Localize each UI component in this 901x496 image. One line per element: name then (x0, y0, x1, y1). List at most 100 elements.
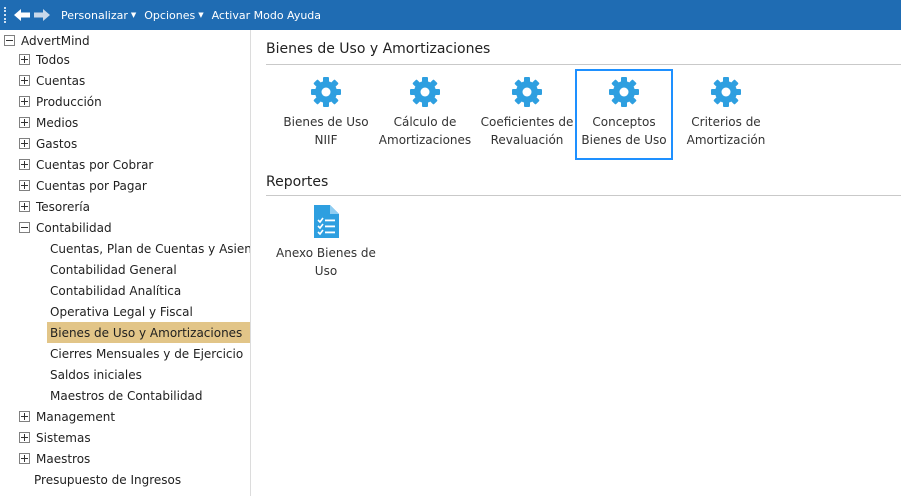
arrow-left-icon[interactable] (13, 7, 31, 23)
gear-icon (711, 77, 741, 107)
tree-item-produccion[interactable]: Producción (19, 91, 102, 112)
tree-subitem[interactable]: Cierres Mensuales y de Ejercicio (50, 343, 243, 364)
tile-label-line1: Cálculo de (393, 115, 457, 129)
tree-subitem-label: Contabilidad General (50, 262, 177, 277)
tile-criterios-de-amortizacion[interactable]: Criterios de Amortización (679, 71, 773, 159)
tree-item-label: Gastos (36, 136, 78, 151)
expand-icon[interactable] (19, 75, 30, 86)
tree-item-cuentas-por-pagar[interactable]: Cuentas por Pagar (19, 175, 147, 196)
expand-icon[interactable] (19, 117, 30, 128)
tile-label: Bienes de Uso NIIF (279, 113, 373, 149)
collapse-icon[interactable] (4, 35, 15, 46)
tile-label-line2: Revaluación (490, 133, 564, 147)
menu-personalizar-label: Personalizar (61, 8, 128, 22)
expand-icon[interactable] (19, 411, 30, 422)
tree-subitem-label: Saldos iniciales (50, 367, 142, 382)
tree-item-presupuesto[interactable]: Presupuesto de Ingresos (34, 469, 181, 490)
tree-subitem-label: Cuentas, Plan de Cuentas y Asient (50, 241, 251, 256)
tile-bienes-de-uso-niif[interactable]: Bienes de Uso NIIF (279, 71, 373, 159)
tile-label: Conceptos Bienes de Uso (577, 113, 671, 149)
tree-item-management[interactable]: Management (19, 406, 115, 427)
tree-item-label: Presupuesto de Ingresos (34, 472, 182, 487)
arrow-right-icon[interactable] (33, 7, 51, 23)
tree-subitem[interactable]: Saldos iniciales (50, 364, 142, 385)
expand-icon[interactable] (19, 432, 30, 443)
tree-subitem-label: Bienes de Uso y Amortizaciones (50, 325, 243, 340)
gear-icon (410, 77, 440, 107)
tile-label-line2: Amortización (686, 133, 766, 147)
tree-item-label: Contabilidad (36, 220, 112, 235)
tree-item-medios[interactable]: Medios (19, 112, 78, 133)
tree-item-contabilidad[interactable]: Contabilidad (19, 217, 112, 238)
tile-calculo-de-amortizaciones[interactable]: Cálculo de Amortizaciones (378, 71, 472, 159)
expand-icon[interactable] (19, 201, 30, 212)
tree-subitem[interactable]: Contabilidad General (50, 259, 177, 280)
sidebar-tree: AdvertMind Todos Cuentas Producción Medi… (0, 30, 251, 496)
tree-subitem-label: Operativa Legal y Fiscal (50, 304, 193, 319)
section-title: Bienes de Uso y Amortizaciones (266, 41, 491, 57)
tile-label: Anexo Bienes de Uso (274, 244, 378, 280)
tree-item-label: Cuentas por Cobrar (36, 157, 154, 172)
tree-item-label: Management (36, 409, 116, 424)
expand-icon[interactable] (19, 159, 30, 170)
tree-subitem[interactable]: Cuentas, Plan de Cuentas y Asient (50, 238, 251, 259)
chevron-down-icon: ▼ (130, 11, 137, 19)
tile-label: Criterios de Amortización (679, 113, 773, 149)
menu-personalizar[interactable]: Personalizar ▼ (61, 9, 136, 22)
tile-anexo-bienes-de-uso[interactable]: Anexo Bienes de Uso (274, 202, 378, 290)
tile-label-line2: Uso (314, 264, 338, 278)
toolbar-grip[interactable] (4, 7, 8, 23)
tree-item-cuentas[interactable]: Cuentas (19, 70, 85, 91)
tree-item-maestros[interactable]: Maestros (19, 448, 90, 469)
tree-item-label: Cuentas por Pagar (36, 178, 147, 193)
tile-label-line1: Conceptos (592, 115, 656, 129)
tree-item-label: Sistemas (36, 430, 91, 445)
tree-subitem[interactable]: Maestros de Contabilidad (50, 385, 203, 406)
expand-icon[interactable] (19, 54, 30, 65)
main-panel: Bienes de Uso y Amortizaciones Bienes de… (251, 30, 901, 496)
tile-label: Coeficientes de Revaluación (478, 113, 576, 149)
menu-opciones[interactable]: Opciones ▼ (144, 9, 203, 22)
reports-title: Reportes (266, 174, 329, 190)
tree-item-label: Maestros (36, 451, 91, 466)
chevron-down-icon: ▼ (198, 11, 204, 19)
help-mode-link[interactable]: Activar Modo Ayuda (212, 9, 321, 22)
tree-subitem-label: Contabilidad Analítica (50, 283, 182, 298)
gear-icon (609, 77, 639, 107)
expand-icon[interactable] (19, 96, 30, 107)
tree-item-label: Cuentas (36, 73, 86, 88)
section-divider (266, 64, 901, 65)
tree-root[interactable]: AdvertMind (4, 30, 90, 51)
tile-label-line1: Anexo Bienes de (276, 246, 376, 260)
tile-label-line1: Coeficientes de (480, 115, 574, 129)
tile-coeficientes-de-revaluacion[interactable]: Coeficientes de Revaluación (478, 71, 576, 159)
collapse-icon[interactable] (19, 222, 30, 233)
tree-subitem[interactable]: Contabilidad Analítica (50, 280, 181, 301)
tree-subitem[interactable]: Operativa Legal y Fiscal (50, 301, 193, 322)
tree-item-tesoreria[interactable]: Tesorería (19, 196, 90, 217)
tile-conceptos-bienes-de-uso[interactable]: Conceptos Bienes de Uso (575, 69, 673, 160)
tree-item-label: Producción (36, 94, 102, 109)
reports-divider (266, 195, 901, 196)
tree-item-label: Todos (36, 52, 70, 67)
report-document-icon (314, 205, 339, 238)
expand-icon[interactable] (19, 180, 30, 191)
tree-subitem-label: Maestros de Contabilidad (50, 388, 203, 403)
tree-item-label: Tesorería (36, 199, 90, 214)
tree-item-label: Medios (36, 115, 79, 130)
tree-item-todos[interactable]: Todos (19, 49, 70, 70)
expand-icon[interactable] (19, 453, 30, 464)
tree-item-gastos[interactable]: Gastos (19, 133, 77, 154)
expand-icon[interactable] (19, 138, 30, 149)
tree-subitem-label: Cierres Mensuales y de Ejercicio (50, 346, 244, 361)
tile-label: Cálculo de Amortizaciones (378, 113, 472, 149)
gear-icon (512, 77, 542, 107)
gear-icon (311, 77, 341, 107)
tree-item-cuentas-por-cobrar[interactable]: Cuentas por Cobrar (19, 154, 153, 175)
tile-label-line1: Bienes de Uso (283, 115, 369, 129)
top-toolbar: Personalizar ▼ Opciones ▼ Activar Modo A… (0, 0, 901, 30)
tile-label-line2: Amortizaciones (378, 133, 472, 147)
tree-subitem-selected[interactable]: Bienes de Uso y Amortizaciones (47, 322, 250, 343)
menu-opciones-label: Opciones (144, 8, 196, 22)
tree-item-sistemas[interactable]: Sistemas (19, 427, 91, 448)
